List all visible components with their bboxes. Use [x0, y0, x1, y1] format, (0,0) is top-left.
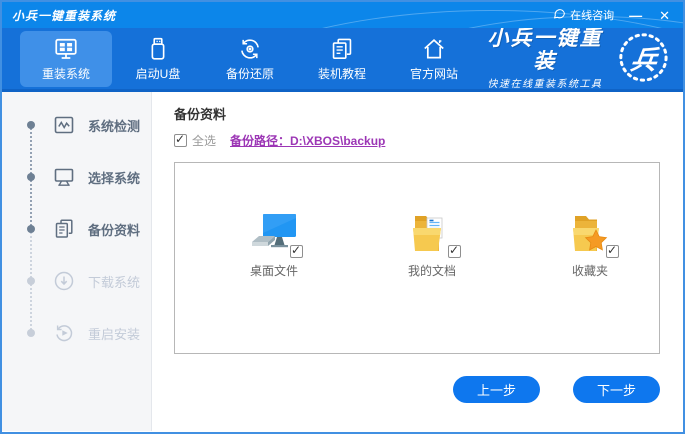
my-documents-checkbox[interactable] — [448, 243, 461, 258]
tutorial-icon — [329, 36, 355, 62]
nav-item-reinstall-system[interactable]: 重装系统 — [20, 30, 112, 87]
sidebar-step-system-check[interactable]: 系统检测 — [2, 99, 151, 151]
backup-item-favorites[interactable]: 收藏夹 — [547, 212, 633, 279]
window-title: 小兵一键重装系统 — [12, 8, 117, 23]
minimize-button[interactable]: — — [626, 9, 644, 22]
prev-step-button[interactable]: 上一步 — [452, 376, 540, 403]
step-bullet — [27, 329, 35, 337]
favorites-checkbox[interactable] — [606, 243, 619, 258]
nav-item-boot-usb[interactable]: 启动U盘 — [112, 31, 204, 87]
brand-area: 小兵一键重装 快速在线重装系统工具 兵 — [480, 27, 683, 90]
step-bullet — [27, 121, 35, 129]
step-label: 备份资料 — [88, 222, 141, 238]
next-step-button[interactable]: 下一步 — [572, 376, 660, 403]
backup-restore-icon — [237, 36, 263, 62]
choose-system-icon — [52, 165, 76, 189]
nav-item-label: 备份还原 — [225, 66, 274, 81]
brand-slogan: 快速在线重装系统工具 — [487, 79, 603, 91]
step-label: 重启安装 — [88, 326, 141, 342]
close-button[interactable]: ✕ — [656, 9, 673, 22]
step-label: 选择系统 — [88, 170, 141, 186]
app-window: 小兵一键重装系统 在线咨询 — ✕ 重装系统 启动U盘 备份还原 装机教程 官方… — [0, 0, 685, 434]
page-title: 备份资料 — [174, 107, 227, 122]
brand-badge-glyph: 兵 — [628, 45, 659, 75]
nav-item-tutorial[interactable]: 装机教程 — [296, 31, 388, 87]
boot-usb-icon — [145, 36, 171, 62]
backup-item-desktop-files[interactable]: 桌面文件 — [231, 212, 317, 279]
nav-item-backup-restore[interactable]: 备份还原 — [204, 31, 296, 87]
step-label: 下载系统 — [88, 274, 141, 290]
brand-logo-text: 小兵一键重装 — [487, 26, 603, 73]
sidebar-step-restart-install[interactable]: 重启安装 — [2, 307, 151, 359]
main-content: 备份资料 全选 备份路径：D:\XBOS\backup — [152, 92, 683, 431]
nav-item-label: 重装系统 — [41, 66, 90, 81]
backup-item-label: 我的文档 — [407, 263, 456, 278]
nav-bar: 重装系统 启动U盘 备份还原 装机教程 官方网站 小兵一键重装 快速在线重装系统… — [2, 27, 683, 92]
sidebar-step-backup-data[interactable]: 备份资料 — [2, 203, 151, 255]
sidebar-step-choose-system[interactable]: 选择系统 — [2, 151, 151, 203]
download-system-icon — [52, 269, 76, 293]
nav-item-official-site[interactable]: 官方网站 — [388, 31, 480, 87]
backup-item-my-documents[interactable]: 我的文档 — [389, 212, 475, 279]
step-bullet — [27, 277, 35, 285]
sidebar-step-download-system[interactable]: 下载系统 — [2, 255, 151, 307]
steps-sidebar: 系统检测 选择系统 备份资料 下载系统 重启安装 — [2, 92, 152, 431]
nav-item-label: 启动U盘 — [135, 66, 181, 81]
select-all-label: 全选 — [192, 134, 217, 148]
step-bullet — [27, 225, 35, 233]
select-all-control[interactable]: 全选 — [174, 132, 216, 149]
backup-items-panel: 桌面文件 — [174, 162, 660, 354]
nav-item-label: 装机教程 — [317, 66, 366, 81]
online-service-button[interactable]: 在线咨询 — [553, 7, 614, 23]
step-bullet — [27, 173, 35, 181]
backup-item-label: 桌面文件 — [249, 263, 298, 278]
title-bar: 小兵一键重装系统 在线咨询 — ✕ — [2, 2, 683, 28]
brand-badge: 兵 — [618, 32, 669, 86]
official-site-icon — [421, 36, 447, 62]
backup-path-link[interactable]: 备份路径：D:\XBOS\backup — [230, 132, 385, 149]
online-service-label: 在线咨询 — [570, 10, 615, 22]
backup-item-label: 收藏夹 — [571, 263, 608, 278]
reinstall-system-icon — [53, 36, 79, 62]
select-all-checkbox[interactable] — [174, 132, 187, 147]
backup-data-icon — [52, 217, 76, 241]
restart-install-icon — [52, 321, 76, 345]
chat-bubble-icon — [553, 7, 566, 23]
step-label: 系统检测 — [88, 118, 141, 134]
desktop-files-checkbox[interactable] — [290, 243, 303, 258]
nav-item-label: 官方网站 — [409, 66, 458, 81]
system-check-icon — [52, 113, 76, 137]
